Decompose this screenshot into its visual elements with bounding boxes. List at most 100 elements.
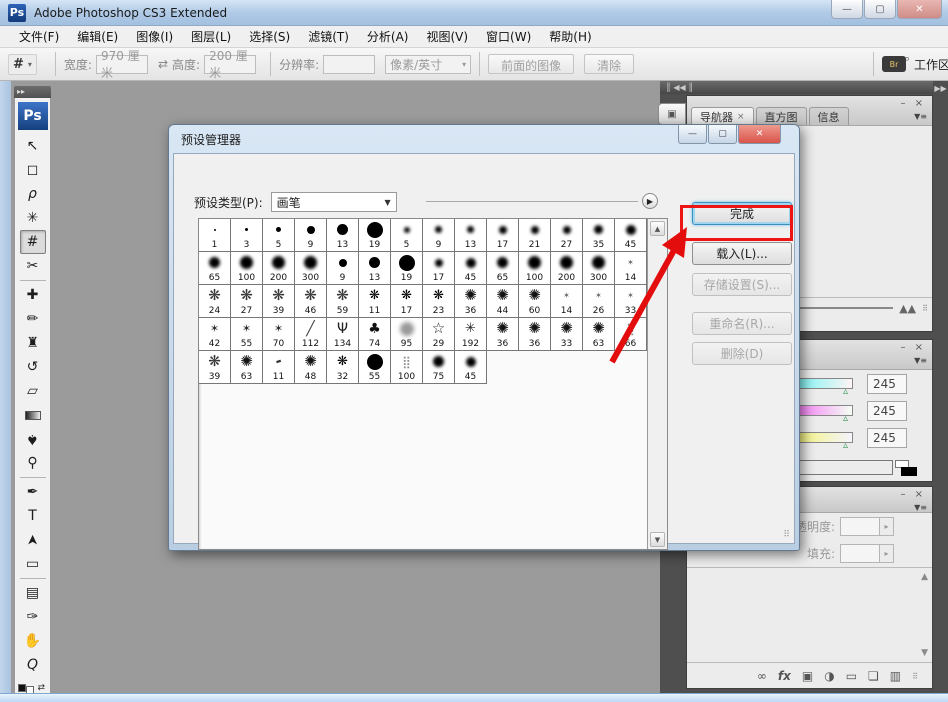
default-foreground-icon[interactable]: [18, 684, 26, 692]
brush-preset-spatter-27[interactable]: ❋27: [231, 285, 263, 318]
brush-tool[interactable]: ✏: [20, 307, 46, 331]
adjustment-layer-icon[interactable]: ◑: [824, 669, 834, 683]
brush-preset-hard-3[interactable]: 3: [231, 219, 263, 252]
lasso-tool[interactable]: ρ: [20, 182, 46, 206]
crop-tool-preview[interactable]: # ▾: [8, 54, 37, 75]
red-value-input[interactable]: 245: [867, 374, 907, 394]
tab-close-icon[interactable]: ×: [737, 112, 745, 122]
brush-preset-spatter-46[interactable]: ❋46: [295, 285, 327, 318]
menu-item-4[interactable]: 选择(S): [240, 25, 299, 48]
quick-selection-tool[interactable]: ✳: [20, 206, 46, 230]
close-button[interactable]: ✕: [897, 0, 942, 19]
swap-colors-icon[interactable]: ⇄: [38, 683, 46, 693]
panel-minimize-close-icons[interactable]: – ×: [900, 342, 926, 353]
green-slider-thumb[interactable]: ▵: [843, 413, 848, 424]
dialog-resize-grip[interactable]: ⠿: [783, 530, 790, 540]
brush-preset-scribble-36[interactable]: ✺36: [455, 285, 487, 318]
opacity-input[interactable]: [840, 517, 880, 536]
panel-minimize-close-icons[interactable]: – ×: [900, 98, 926, 109]
dock-header[interactable]: ║ ◀◀ ║: [660, 81, 948, 94]
brush-preset-soft-27[interactable]: 27: [551, 219, 583, 252]
preset-type-select[interactable]: 画笔 ▼: [271, 192, 397, 212]
rectangular-marquee-tool[interactable]: ◻: [20, 158, 46, 182]
panel-resize-grip[interactable]: ⠿: [922, 304, 928, 313]
brush-preset-soft-35[interactable]: 35: [583, 219, 615, 252]
brush-preset-sparkle-14[interactable]: ✶14: [615, 252, 647, 285]
add-layer-mask-icon[interactable]: ▣: [802, 669, 813, 683]
blue-value-input[interactable]: 245: [867, 428, 907, 448]
red-slider-thumb[interactable]: ▵: [843, 386, 848, 397]
brush-preset-dash-11[interactable]: ▬11: [263, 351, 295, 384]
scroll-down-icon[interactable]: ▼: [650, 532, 665, 547]
brush-preset-sparkle-33[interactable]: ✶33: [615, 285, 647, 318]
brush-preset-fuzz-95[interactable]: 95: [391, 318, 423, 351]
zoom-in-icon[interactable]: ▲▲: [899, 302, 916, 315]
tab-histogram[interactable]: 直方图: [756, 107, 807, 125]
slice-tool[interactable]: ✂: [20, 254, 46, 278]
clear-button[interactable]: 清除: [584, 54, 634, 74]
brush-preset-soft-300[interactable]: 300: [583, 252, 615, 285]
brush-preset-soft-45[interactable]: 45: [455, 252, 487, 285]
brush-preset-scribble-36[interactable]: ✺36: [487, 318, 519, 351]
menu-item-6[interactable]: 分析(A): [358, 25, 418, 48]
history-brush-tool[interactable]: ↺: [20, 355, 46, 379]
brush-preset-spatter-39[interactable]: ❋39: [199, 351, 231, 384]
scroll-up-icon[interactable]: ▲: [650, 221, 665, 236]
brush-preset-star-outline-29[interactable]: ☆29: [423, 318, 455, 351]
dialog-close-button[interactable]: ✕: [738, 125, 781, 144]
brush-preset-leaf-74[interactable]: ♣74: [359, 318, 391, 351]
menu-item-1[interactable]: 编辑(E): [68, 25, 127, 48]
brush-preset-scribble-63[interactable]: ✺63: [583, 318, 615, 351]
delete-layer-icon[interactable]: ▥: [890, 669, 901, 683]
brush-preset-soft-100[interactable]: 100: [519, 252, 551, 285]
brush-preset-spatter-59[interactable]: ❋59: [327, 285, 359, 318]
maximize-button[interactable]: ▢: [864, 0, 896, 19]
clone-stamp-tool[interactable]: ♜: [20, 331, 46, 355]
brush-preset-star-42[interactable]: ✶42: [199, 318, 231, 351]
hand-tool[interactable]: ✋: [20, 629, 46, 653]
menu-item-7[interactable]: 视图(V): [417, 25, 477, 48]
width-input[interactable]: 970 厘米: [96, 55, 148, 74]
new-group-icon[interactable]: ▭: [846, 669, 857, 683]
resolution-input[interactable]: [323, 55, 375, 74]
crop-tool[interactable]: #: [20, 230, 46, 254]
brush-preset-hard-55[interactable]: 55: [359, 351, 391, 384]
brush-preset-soft-45[interactable]: 45: [615, 219, 647, 252]
fill-slider-icon[interactable]: ▸: [880, 544, 894, 563]
brush-preset-chalk-17[interactable]: ❋17: [391, 285, 423, 318]
pen-tool[interactable]: ✒: [20, 480, 46, 504]
brush-preset-scribble-48[interactable]: ✺48: [295, 351, 327, 384]
shape-tool[interactable]: ▭: [20, 552, 46, 576]
menu-item-3[interactable]: 图层(L): [182, 25, 240, 48]
brush-preset-scribble-36[interactable]: ✺36: [519, 318, 551, 351]
menu-item-0[interactable]: 文件(F): [10, 25, 68, 48]
brush-preset-spatter-24[interactable]: ❋24: [199, 285, 231, 318]
brush-preset-soft-17[interactable]: 17: [423, 252, 455, 285]
brush-preset-soft-45[interactable]: 45: [455, 351, 487, 384]
path-selection-tool[interactable]: ➤: [20, 528, 46, 552]
dock-collapse-icon[interactable]: ║ ◀◀ ║: [666, 83, 693, 92]
swap-dimensions-icon[interactable]: ⇄: [158, 57, 168, 71]
type-tool[interactable]: T: [20, 504, 46, 528]
link-icon[interactable]: ∞: [757, 669, 767, 683]
brush-preset-hard-1[interactable]: 1: [199, 219, 231, 252]
front-image-button[interactable]: 前面的图像: [488, 54, 574, 74]
toolbox-collapse-handle[interactable]: ▸▸: [14, 86, 51, 98]
load-button[interactable]: 载入(L)...: [692, 242, 792, 265]
dock-expand-strip[interactable]: ▶▶: [933, 81, 948, 694]
brush-preset-star-55[interactable]: ✶55: [231, 318, 263, 351]
workspace-label[interactable]: 工作区: [914, 56, 948, 73]
brush-preset-grass-134[interactable]: Ψ134: [327, 318, 359, 351]
menu-item-9[interactable]: 帮助(H): [540, 25, 600, 48]
healing-brush-tool[interactable]: ✚: [20, 283, 46, 307]
brush-preset-soft-100[interactable]: 100: [231, 252, 263, 285]
brush-preset-soft-200[interactable]: 200: [263, 252, 295, 285]
notes-tool[interactable]: ▤: [20, 581, 46, 605]
menu-item-8[interactable]: 窗口(W): [477, 25, 540, 48]
brush-preset-scatter-100[interactable]: ⣿100: [391, 351, 423, 384]
brush-preset-scribble-44[interactable]: ✺44: [487, 285, 519, 318]
panel-menu-icon[interactable]: ▼≡: [914, 356, 927, 365]
brush-preset-scribble-63[interactable]: ✺63: [231, 351, 263, 384]
panel-resize-grip[interactable]: ⠿: [912, 672, 918, 681]
zoom-tool[interactable]: Q: [20, 653, 46, 677]
